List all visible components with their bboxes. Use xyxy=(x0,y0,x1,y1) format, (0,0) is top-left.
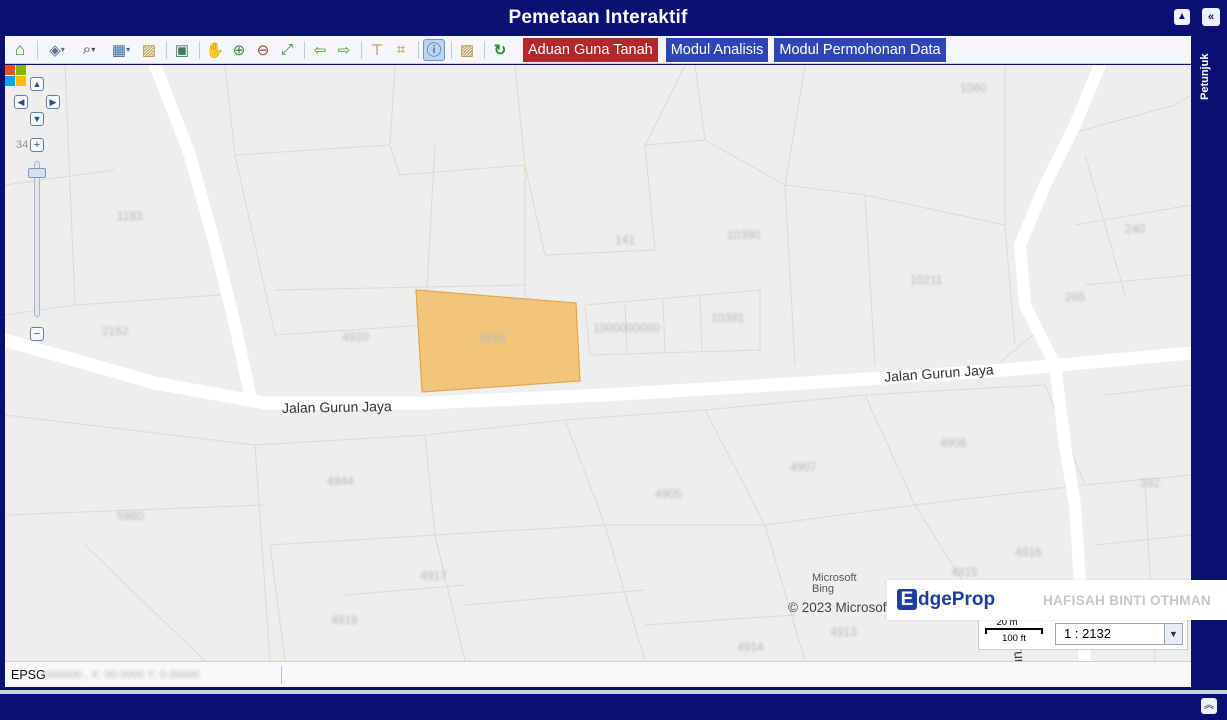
toolbar-divider xyxy=(484,40,485,59)
lot-number: 392 xyxy=(1140,476,1161,490)
zoom-out-icon[interactable]: ⊖ xyxy=(252,39,274,61)
previous-extent-icon[interactable]: ⇦ xyxy=(309,39,331,61)
refresh-icon[interactable]: ↻ xyxy=(489,39,511,61)
toolbar-divider xyxy=(361,40,362,59)
lot-number: 4916 xyxy=(1015,545,1042,559)
map-export-icon[interactable]: ▨ xyxy=(456,39,478,61)
microsoft-logo-icon xyxy=(5,65,26,86)
zoom-in-button[interactable]: + xyxy=(30,138,44,152)
watermark-name: HAFISAH BINTI OTHMAN xyxy=(1043,593,1211,608)
title-bar: Pemetaan Interaktif ▲ xyxy=(0,0,1196,36)
print-map-icon[interactable]: ▣ xyxy=(171,39,193,61)
zoom-level-label: 34 xyxy=(16,139,29,151)
edgeprop-logo-mark: E xyxy=(897,589,917,610)
modul-analisis-button[interactable]: Modul Analisis xyxy=(665,37,769,62)
crop-icon[interactable]: ⌗ xyxy=(390,39,412,61)
lot-number: 4918 xyxy=(331,613,358,627)
grid-dropdown-icon[interactable]: ▦ ▾ xyxy=(106,39,136,61)
lot-number: 240 xyxy=(1125,222,1146,236)
bottom-bar: ︽ xyxy=(0,690,1227,720)
zoom-in-icon[interactable]: ⊕ xyxy=(228,39,250,61)
bing-brand-line2: Bing xyxy=(812,583,835,595)
map-image-icon[interactable]: ▨ xyxy=(138,39,160,61)
lot-number: 141 xyxy=(615,233,636,247)
lot-number: 265 xyxy=(1065,290,1086,304)
lot-number: 4905 xyxy=(655,487,682,501)
side-panel-label[interactable]: Petunjuk xyxy=(1199,40,1223,100)
road-label: Jalan Gurun Jaya xyxy=(281,398,392,416)
lot-number: 4919 xyxy=(479,331,506,345)
watermark: EdgeProp HAFISAH BINTI OTHMAN xyxy=(887,580,1227,620)
lot-number: 10390 xyxy=(727,228,761,242)
map-copyright: © 2023 Microsoft xyxy=(788,600,888,615)
pan-right-button[interactable]: ▶ xyxy=(46,95,60,109)
scale-ratio-select[interactable]: 1 : 2132 ▼ xyxy=(1055,623,1183,645)
pan-down-button[interactable]: ▼ xyxy=(30,112,44,126)
lot-number: 4920 xyxy=(342,330,369,344)
pan-left-button[interactable]: ◀ xyxy=(14,95,28,109)
lot-number: 4944 xyxy=(327,474,354,488)
lot-number: 4917 xyxy=(420,569,447,583)
status-divider xyxy=(281,666,282,684)
lot-number: 4906 xyxy=(940,436,967,450)
lot-number: 4913 xyxy=(830,625,857,639)
epsg-label: EPSG xyxy=(11,668,46,682)
bing-brand: Microsoft Bing xyxy=(812,573,857,595)
aduan-guna-tanah-button[interactable]: Aduan Guna Tanah xyxy=(523,37,658,62)
lot-number: 4915 xyxy=(951,565,978,579)
zoom-out-button[interactable]: − xyxy=(30,327,44,341)
modul-permohonan-data-button[interactable]: Modul Permohonan Data xyxy=(774,37,946,62)
toolbar-divider xyxy=(37,40,38,59)
pan-up-button[interactable]: ▲ xyxy=(30,77,44,91)
toolbar-divider xyxy=(166,40,167,59)
lot-number: 4907 xyxy=(790,460,817,474)
toolbar-divider xyxy=(304,40,305,59)
edgeprop-logo: EdgeProp xyxy=(897,589,995,611)
lot-number: 5960 xyxy=(117,509,144,523)
lot-number: 1060 xyxy=(960,81,987,95)
toolbar-divider xyxy=(418,40,419,59)
full-extent-icon[interactable]: ⤢ xyxy=(276,39,298,61)
lot-number: 10211 xyxy=(910,273,943,287)
toolbar-divider xyxy=(451,40,452,59)
window-title: Pemetaan Interaktif xyxy=(508,7,688,28)
scale-ratio-value: 1 : 2132 xyxy=(1064,626,1111,641)
info-icon[interactable]: ⓘ xyxy=(423,38,445,61)
map-basemap xyxy=(5,65,1191,661)
map-toolbar: ⌂ ◈ ▾ ⌕ ▾ ▦ ▾ ▨ ▣ ✋ ⊕ ⊖ ⤢ ⇦ ⇨ ⊤ ⌗ ⓘ ▨ ↻ Adu… xyxy=(5,36,1191,64)
edgeprop-logo-text: dgeProp xyxy=(918,589,996,610)
measure-icon[interactable]: ⊤ xyxy=(366,39,388,61)
lot-number: 2152 xyxy=(102,324,129,338)
app-window: Pemetaan Interaktif ▲ « Petunjuk ⌂ ◈ ▾ ⌕ ▾… xyxy=(0,0,1227,720)
chevron-down-icon[interactable]: ▼ xyxy=(1164,624,1182,644)
chevron-up-icon[interactable]: ▲ xyxy=(1174,9,1190,25)
zoom-slider[interactable] xyxy=(34,161,40,317)
zoom-dropdown-icon[interactable]: ⌕ ▾ xyxy=(74,39,104,61)
toolbar-divider xyxy=(199,40,200,59)
pan-hand-icon[interactable]: ✋ xyxy=(204,39,226,61)
scale-bar-imperial: 100 ft xyxy=(1002,633,1026,644)
lot-number: 4914 xyxy=(737,640,764,654)
coordinate-readout: 000000 , X: 00.0000 Y: 0.00000 xyxy=(45,669,200,681)
lot-number: 10391 xyxy=(711,311,745,325)
status-bar: EPSG 000000 , X: 00.0000 Y: 0.00000 xyxy=(5,661,1191,687)
double-chevron-left-icon[interactable]: « xyxy=(1202,8,1220,26)
home-icon[interactable]: ⌂ xyxy=(9,39,31,61)
double-chevron-up-icon[interactable]: ︽ xyxy=(1201,698,1217,714)
map-canvas[interactable]: ▲ ◀ ▶ ▼ 34 + − 1183 2152 4920 4919 141 1… xyxy=(5,65,1191,661)
layers-icon[interactable]: ◈ ▾ xyxy=(42,39,72,61)
lot-number: 1183 xyxy=(117,209,143,223)
next-extent-icon[interactable]: ⇨ xyxy=(333,39,355,61)
lot-number: 1000000000 xyxy=(593,321,660,335)
zoom-slider-handle[interactable] xyxy=(28,168,46,178)
